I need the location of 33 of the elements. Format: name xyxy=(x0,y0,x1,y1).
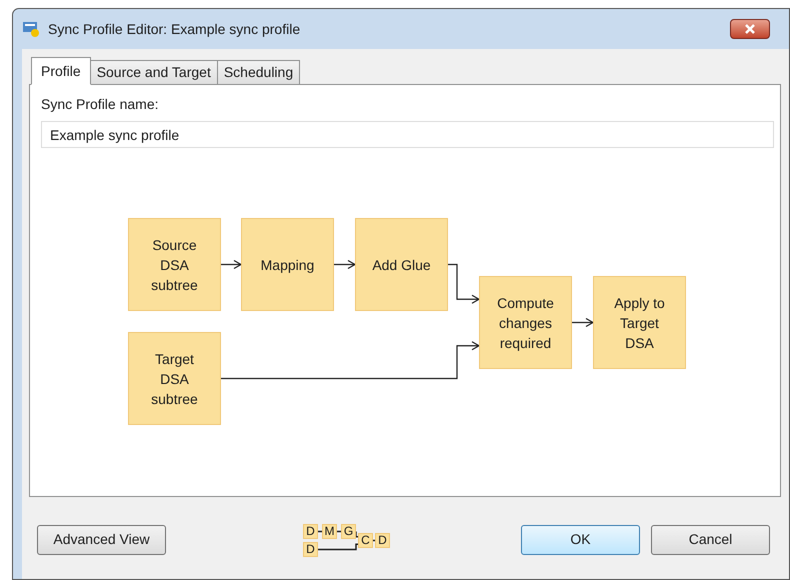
mini-node: C xyxy=(358,532,373,548)
connector-arrow xyxy=(448,264,480,304)
connector-line xyxy=(337,530,341,532)
process-node: Mapping xyxy=(241,218,334,311)
ok-button[interactable]: OK xyxy=(521,524,640,554)
connector-line xyxy=(318,543,358,550)
process-node: Add Glue xyxy=(355,218,448,311)
mini-node: D xyxy=(303,542,318,556)
tab[interactable]: Profile xyxy=(31,57,91,85)
field-label: Sync Profile name: xyxy=(41,95,158,114)
tab[interactable]: Source and Target xyxy=(90,60,218,85)
cancel-button[interactable]: Cancel xyxy=(651,524,770,554)
mini-node: G xyxy=(341,524,356,538)
process-node: Target DSA subtree xyxy=(128,332,221,425)
window-title: Sync Profile Editor: Example sync profile xyxy=(48,20,300,39)
connector-arrow xyxy=(221,260,242,270)
process-node: Source DSA subtree xyxy=(128,218,221,311)
mini-node: M xyxy=(322,524,337,538)
connector-line xyxy=(318,530,322,532)
connector-arrow xyxy=(334,260,356,270)
advanced-view-button[interactable]: Advanced View xyxy=(37,524,166,554)
app-icon xyxy=(22,21,40,37)
close-button[interactable] xyxy=(730,19,770,39)
name-field[interactable]: Example sync profile xyxy=(41,121,774,148)
mini-node: D xyxy=(375,532,390,548)
process-node: Compute changes required xyxy=(479,276,572,369)
mini-node: D xyxy=(303,524,318,538)
mini-diagram[interactable]: D M G D C D xyxy=(301,522,391,558)
connector-arrow xyxy=(572,318,594,328)
tab[interactable]: Scheduling xyxy=(216,60,300,85)
connector-line xyxy=(373,539,375,541)
close-icon xyxy=(744,24,756,34)
process-node: Apply to Target DSA xyxy=(593,276,686,369)
